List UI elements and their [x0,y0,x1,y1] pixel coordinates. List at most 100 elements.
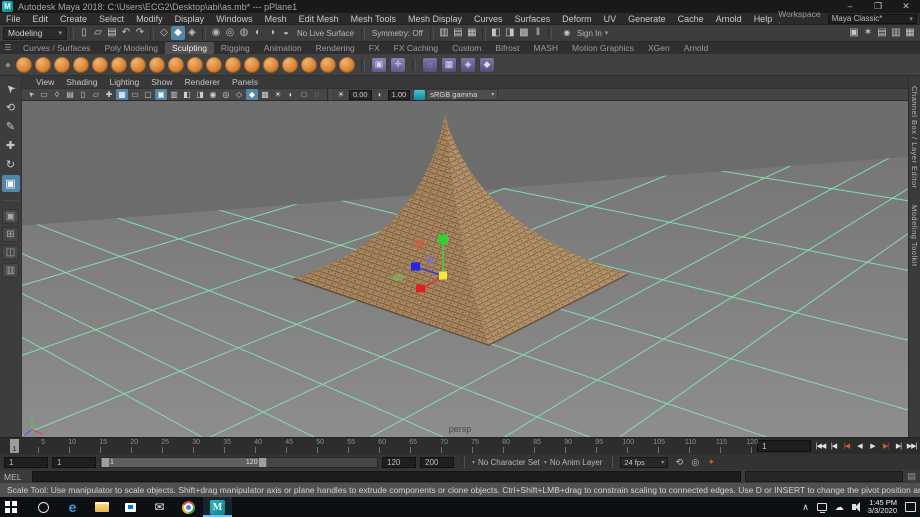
open-scene-icon[interactable]: ▱ [91,26,105,40]
shelf-tab[interactable]: Custom [445,42,488,54]
script-editor-icon[interactable]: ▤ [907,471,916,482]
mask-tool-icon[interactable]: ◌ [422,57,438,73]
snap-view-plane-icon[interactable]: ◑ [265,26,279,40]
tray-chevron-up-icon[interactable]: ∧ [802,503,809,512]
rotate-tool-icon[interactable]: ↻ [2,156,20,173]
menu-item[interactable]: Display [169,13,211,25]
render-settings-icon[interactable]: ▩ [517,26,531,40]
go-to-start-button[interactable]: |◀◀ [814,442,827,450]
lights-icon[interactable]: ☀ [272,89,284,100]
range-slider-bar[interactable]: 1 120 [101,458,267,467]
shelf-tab[interactable]: MASH [526,42,565,54]
panel-menu-item[interactable]: Panels [226,77,264,87]
make-live-icon[interactable]: ◒ [279,26,293,40]
range-slider-groove[interactable]: 1 120 [100,457,378,468]
film-gate-icon[interactable]: ▭ [129,89,141,100]
shelf-edit-icon[interactable]: ◆ [3,61,13,69]
shelf-tab[interactable]: FX [362,42,387,54]
current-frame-field[interactable]: 1 [757,440,811,452]
move-tool-icon[interactable]: ✚ [2,137,20,154]
xray-icon[interactable]: □ [298,89,310,100]
scale-z-handle[interactable] [416,284,425,292]
shelf-tab[interactable]: Rendering [309,42,362,54]
menu-item[interactable]: Create [54,13,93,25]
step-forward-frame-button[interactable]: ▶| [892,442,905,450]
snap-projected-center-icon[interactable]: ◐ [251,26,265,40]
lock-camera-icon[interactable]: ◊ [51,89,63,100]
pause-viewport-icon[interactable]: ‖ [531,26,545,40]
speaker-icon[interactable] [852,504,856,510]
select-camera-icon[interactable]: ▭ [38,89,50,100]
redo-icon[interactable]: ↷ [133,26,147,40]
camera-attributes-icon[interactable]: ▤ [64,89,76,100]
character-set-select[interactable]: ▾ No Character Set [472,458,540,467]
edge-icon[interactable] [58,497,87,517]
pan-zoom-icon[interactable]: ✚ [103,89,115,100]
frame-selection-icon[interactable]: ◎ [220,89,232,100]
gate-mask-icon[interactable]: ▣ [155,89,167,100]
menu-item[interactable]: Cache [672,13,710,25]
panel-menu-item[interactable]: Renderer [179,77,226,87]
scale-x-handle[interactable] [411,263,420,271]
undo-icon[interactable]: ↶ [119,26,133,40]
select-object-icon[interactable]: ◆ [171,26,185,40]
chrome-icon[interactable] [174,497,203,517]
snap-grid-icon[interactable]: ◉ [209,26,223,40]
playback-start-field[interactable]: 1 [52,457,96,468]
range-end-handle[interactable] [259,458,266,467]
go-to-end-button[interactable]: ▶▶| [905,442,918,450]
anim-snapshot-icon[interactable]: ◎ [688,457,702,468]
range-start-handle[interactable] [102,458,109,467]
shelf-tab[interactable]: Rigging [214,42,257,54]
menu-item[interactable]: Edit Mesh [293,13,345,25]
layout-persp-outliner-icon[interactable]: ◫ [2,245,19,260]
network-icon[interactable] [817,503,827,511]
stamp-tool-icon[interactable]: ▦ [441,57,457,73]
sidebar-tab[interactable]: Channel Box / Layer Editor [910,86,919,189]
safe-action-icon[interactable]: ◧ [181,89,193,100]
relax-brush-icon[interactable] [244,57,260,73]
color-management-icon[interactable] [414,90,425,100]
shelf-tab[interactable]: FX Caching [387,42,445,54]
menu-item[interactable]: Mesh Display [402,13,468,25]
snap-curve-icon[interactable]: ◎ [223,26,237,40]
menu-item[interactable]: Arnold [710,13,748,25]
snap-point-icon[interactable]: ◍ [237,26,251,40]
pinch-brush-icon[interactable] [263,57,279,73]
grid-icon[interactable]: ▦ [116,89,128,100]
shelf-tab[interactable]: Animation [257,42,309,54]
workspace-select[interactable]: Maya Classic*▾ [828,14,917,24]
panel-menu-item[interactable]: Show [145,77,178,87]
step-forward-key-button[interactable]: ▶| [879,442,892,450]
sculpt-brush-icon[interactable] [16,57,32,73]
perspective-viewport[interactable]: persp [22,101,908,437]
shelf-tab[interactable]: Sculpting [165,42,214,54]
scale-tool-icon[interactable]: ▣ [2,175,20,192]
shadows-icon[interactable]: ◐ [285,89,297,100]
shelf-tab[interactable]: Arnold [677,42,716,54]
bookmark-icon[interactable]: ▯ [77,89,89,100]
knife-brush-icon[interactable] [206,57,222,73]
maya-taskbar-icon[interactable] [203,497,232,517]
tool-settings-toggle-icon[interactable]: ▥ [889,26,903,40]
menu-item[interactable]: Surfaces [509,13,557,25]
play-forwards-button[interactable]: ▶ [866,442,879,450]
play-backwards-button[interactable]: ◀ [853,442,866,450]
colorspace-select[interactable]: sRGB gamma▾ [426,89,498,100]
anim-layer-select[interactable]: ▾ No Anim Layer [544,458,602,467]
shelf-tab[interactable]: Bifrost [488,42,526,54]
exposure-field[interactable]: 0.00 [349,90,372,100]
imprint-brush-icon[interactable] [130,57,146,73]
modeling-toolkit-toggle-icon[interactable]: ▣ [847,26,861,40]
playback-loop-icon[interactable]: ⟲ [672,457,686,468]
humanik-toggle-icon[interactable]: ✶ [861,26,875,40]
file-explorer-icon[interactable] [87,497,116,517]
select-tool-icon[interactable]: ➤ [2,80,20,97]
channel-box-toggle-icon[interactable]: ▦ [903,26,917,40]
step-back-key-button[interactable]: |◀ [840,442,853,450]
flood-tool-icon[interactable]: ◆ [479,57,495,73]
field-chart-icon[interactable]: ▥ [168,89,180,100]
flatten-brush-icon[interactable] [282,57,298,73]
freeze-select-brush-icon[interactable] [320,57,336,73]
scale-plane-handle-xz[interactable] [392,274,404,281]
